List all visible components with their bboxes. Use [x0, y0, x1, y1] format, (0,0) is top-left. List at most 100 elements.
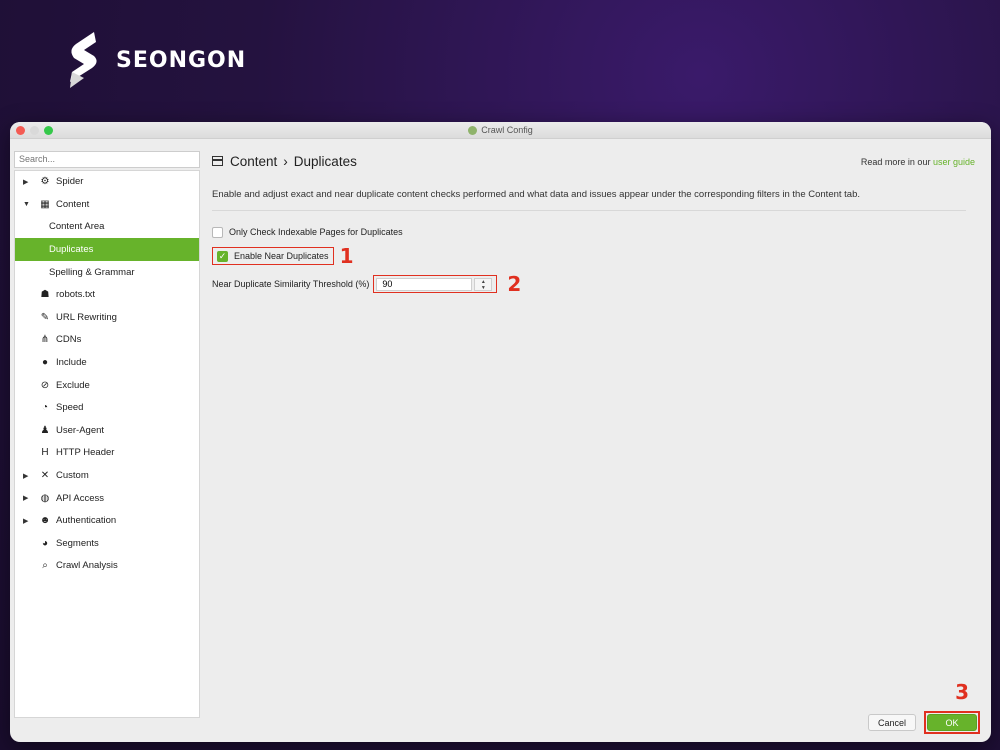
- sidebar-item-label: Duplicates: [49, 244, 94, 256]
- title-bar: Crawl Config: [10, 122, 991, 139]
- sidebar-item-include[interactable]: ● Include: [15, 351, 199, 374]
- sidebar-item-spelling-grammar[interactable]: Spelling & Grammar: [15, 261, 199, 284]
- enable-near-duplicates-checkbox[interactable]: ✓: [217, 250, 228, 262]
- sidebar-item-label: Content: [56, 198, 90, 210]
- ok-button[interactable]: OK: [927, 714, 977, 731]
- stepper-down-icon[interactable]: ▼: [475, 285, 491, 291]
- minimize-window-button[interactable]: [30, 126, 39, 135]
- search-input[interactable]: [14, 150, 200, 168]
- window-controls: [16, 126, 53, 135]
- chevron-right-icon[interactable]: ▶: [23, 517, 28, 525]
- close-window-button[interactable]: [16, 126, 25, 135]
- description: Enable and adjust exact and near duplica…: [212, 189, 861, 200]
- read-more: Read more in our user guide: [861, 157, 975, 167]
- near-duplicates-row: ✓ Enable Near Duplicates 1: [212, 244, 981, 268]
- options-group: Only Check Indexable Pages for Duplicate…: [212, 223, 981, 296]
- sidebar-item-label: Include: [56, 357, 87, 369]
- pie-chart-icon: ◕: [41, 537, 49, 549]
- header-icon: H: [41, 447, 49, 459]
- user-guide-link[interactable]: user guide: [933, 157, 975, 167]
- sidebar-item-content-area[interactable]: Content Area: [15, 216, 199, 239]
- sidebar-item-url-rewriting[interactable]: ✎ URL Rewriting: [15, 306, 199, 329]
- robot-icon: ☗: [40, 289, 50, 301]
- divider: [212, 210, 966, 211]
- cancel-button[interactable]: Cancel: [868, 714, 916, 731]
- gear-icon: ⚙: [40, 176, 50, 188]
- edit-icon: ✎: [40, 311, 50, 323]
- read-more-text: Read more in our: [860, 157, 931, 167]
- check-circle-icon: ●: [41, 357, 49, 369]
- sidebar-item-crawl-analysis[interactable]: ⌕ Crawl Analysis: [15, 555, 199, 578]
- annotation-1: 1: [339, 244, 354, 268]
- sidebar-item-spider[interactable]: ▶ ⚙ Spider: [15, 171, 199, 194]
- tools-icon: ✕: [40, 470, 50, 482]
- speedometer-icon: ◔: [41, 402, 49, 414]
- chevron-right-icon[interactable]: ▶: [23, 178, 28, 186]
- threshold-label: Near Duplicate Similarity Threshold (%): [212, 279, 370, 289]
- sidebar-panel: ▶ ⚙ Spider ▼ ▦ Content Content Area Duplicates S…: [14, 149, 202, 718]
- sidebar-item-label: API Access: [56, 492, 105, 504]
- seongon-logo-icon: [70, 32, 97, 88]
- threshold-stepper-buttons[interactable]: ▲ ▼: [474, 277, 493, 291]
- dialog-footer: Cancel OK: [868, 711, 980, 734]
- sidebar-item-label: Custom: [56, 470, 89, 482]
- sidebar-item-label: CDNs: [56, 334, 82, 346]
- sidebar-tree: ▶ ⚙ Spider ▼ ▦ Content Content Area Duplicates S…: [14, 169, 200, 718]
- only-indexable-checkbox[interactable]: [212, 226, 223, 238]
- enable-near-duplicates-label: Enable Near Duplicates: [234, 251, 329, 261]
- user-secret-icon: ♟: [40, 424, 50, 436]
- table-icon: [212, 156, 223, 166]
- sidebar-item-robots-txt[interactable]: ☗ robots.txt: [15, 283, 199, 306]
- network-icon: ⋔: [40, 334, 50, 346]
- zoom-window-button[interactable]: [44, 126, 53, 135]
- sidebar-item-duplicates[interactable]: Duplicates: [15, 238, 199, 261]
- chevron-right-icon[interactable]: ▶: [23, 472, 28, 480]
- threshold-input[interactable]: [376, 277, 473, 291]
- sidebar-item-exclude[interactable]: ⊘ Exclude: [15, 374, 199, 397]
- sidebar-item-speed[interactable]: ◔ Speed: [15, 396, 199, 419]
- only-indexable-option[interactable]: Only Check Indexable Pages for Duplicate…: [212, 223, 981, 241]
- breadcrumb-section: Content: [230, 153, 278, 169]
- window-title: Crawl Config: [468, 125, 533, 135]
- sidebar-item-label: Crawl Analysis: [56, 560, 118, 572]
- sidebar-item-label: Authentication: [56, 515, 117, 527]
- threshold-row: Near Duplicate Similarity Threshold (%) …: [212, 272, 981, 296]
- brand-name: SEONGON: [116, 47, 247, 73]
- sidebar-item-user-agent[interactable]: ♟ User-Agent: [15, 419, 199, 442]
- sidebar-item-cdns[interactable]: ⋔ CDNs: [15, 329, 199, 352]
- ok-button-highlight: OK: [924, 711, 980, 734]
- crawl-config-window: Crawl Config ▶ ⚙ Spider ▼ ▦ Content Content Ar…: [10, 122, 991, 742]
- main-panel: Content › Duplicates Read more in our us…: [212, 149, 981, 296]
- sidebar-item-label: HTTP Header: [56, 447, 115, 459]
- globe-icon: ◍: [40, 492, 50, 504]
- sidebar-item-http-header[interactable]: H HTTP Header: [15, 442, 199, 465]
- sidebar-item-label: Segments: [56, 537, 99, 549]
- sidebar-item-label: Content Area: [49, 221, 105, 233]
- window-title-text: Crawl Config: [481, 125, 533, 135]
- sidebar-item-custom[interactable]: ▶ ✕ Custom: [15, 464, 199, 487]
- app-icon: [468, 125, 478, 135]
- sidebar-item-label: Spider: [56, 176, 84, 188]
- annotation-2: 2: [507, 272, 522, 296]
- sidebar-item-content[interactable]: ▼ ▦ Content: [15, 193, 199, 216]
- search-icon: ⌕: [42, 560, 48, 572]
- sidebar-item-label: Exclude: [56, 379, 90, 391]
- breadcrumb-separator: ›: [283, 153, 288, 169]
- sidebar-item-label: User-Agent: [56, 424, 105, 436]
- sidebar-item-segments[interactable]: ◕ Segments: [15, 532, 199, 555]
- sidebar-item-api-access[interactable]: ▶ ◍ API Access: [15, 487, 199, 510]
- sidebar-item-label: Spelling & Grammar: [49, 266, 135, 278]
- enable-near-duplicates-option[interactable]: ✓ Enable Near Duplicates: [212, 247, 334, 265]
- breadcrumb-page: Duplicates: [293, 153, 357, 169]
- sidebar-item-label: Speed: [56, 402, 84, 414]
- threshold-stepper: ▲ ▼: [373, 275, 498, 293]
- sidebar-item-authentication[interactable]: ▶ ☻ Authentication: [15, 509, 199, 532]
- only-indexable-label: Only Check Indexable Pages for Duplicate…: [229, 227, 403, 237]
- chevron-right-icon[interactable]: ▶: [23, 494, 28, 502]
- table-icon: ▦: [40, 198, 50, 210]
- users-icon: ☻: [39, 515, 51, 527]
- block-icon: ⊘: [40, 379, 50, 391]
- seongon-brand: SEONGON: [64, 30, 246, 90]
- chevron-down-icon[interactable]: ▼: [23, 201, 30, 208]
- annotation-3: 3: [955, 680, 969, 704]
